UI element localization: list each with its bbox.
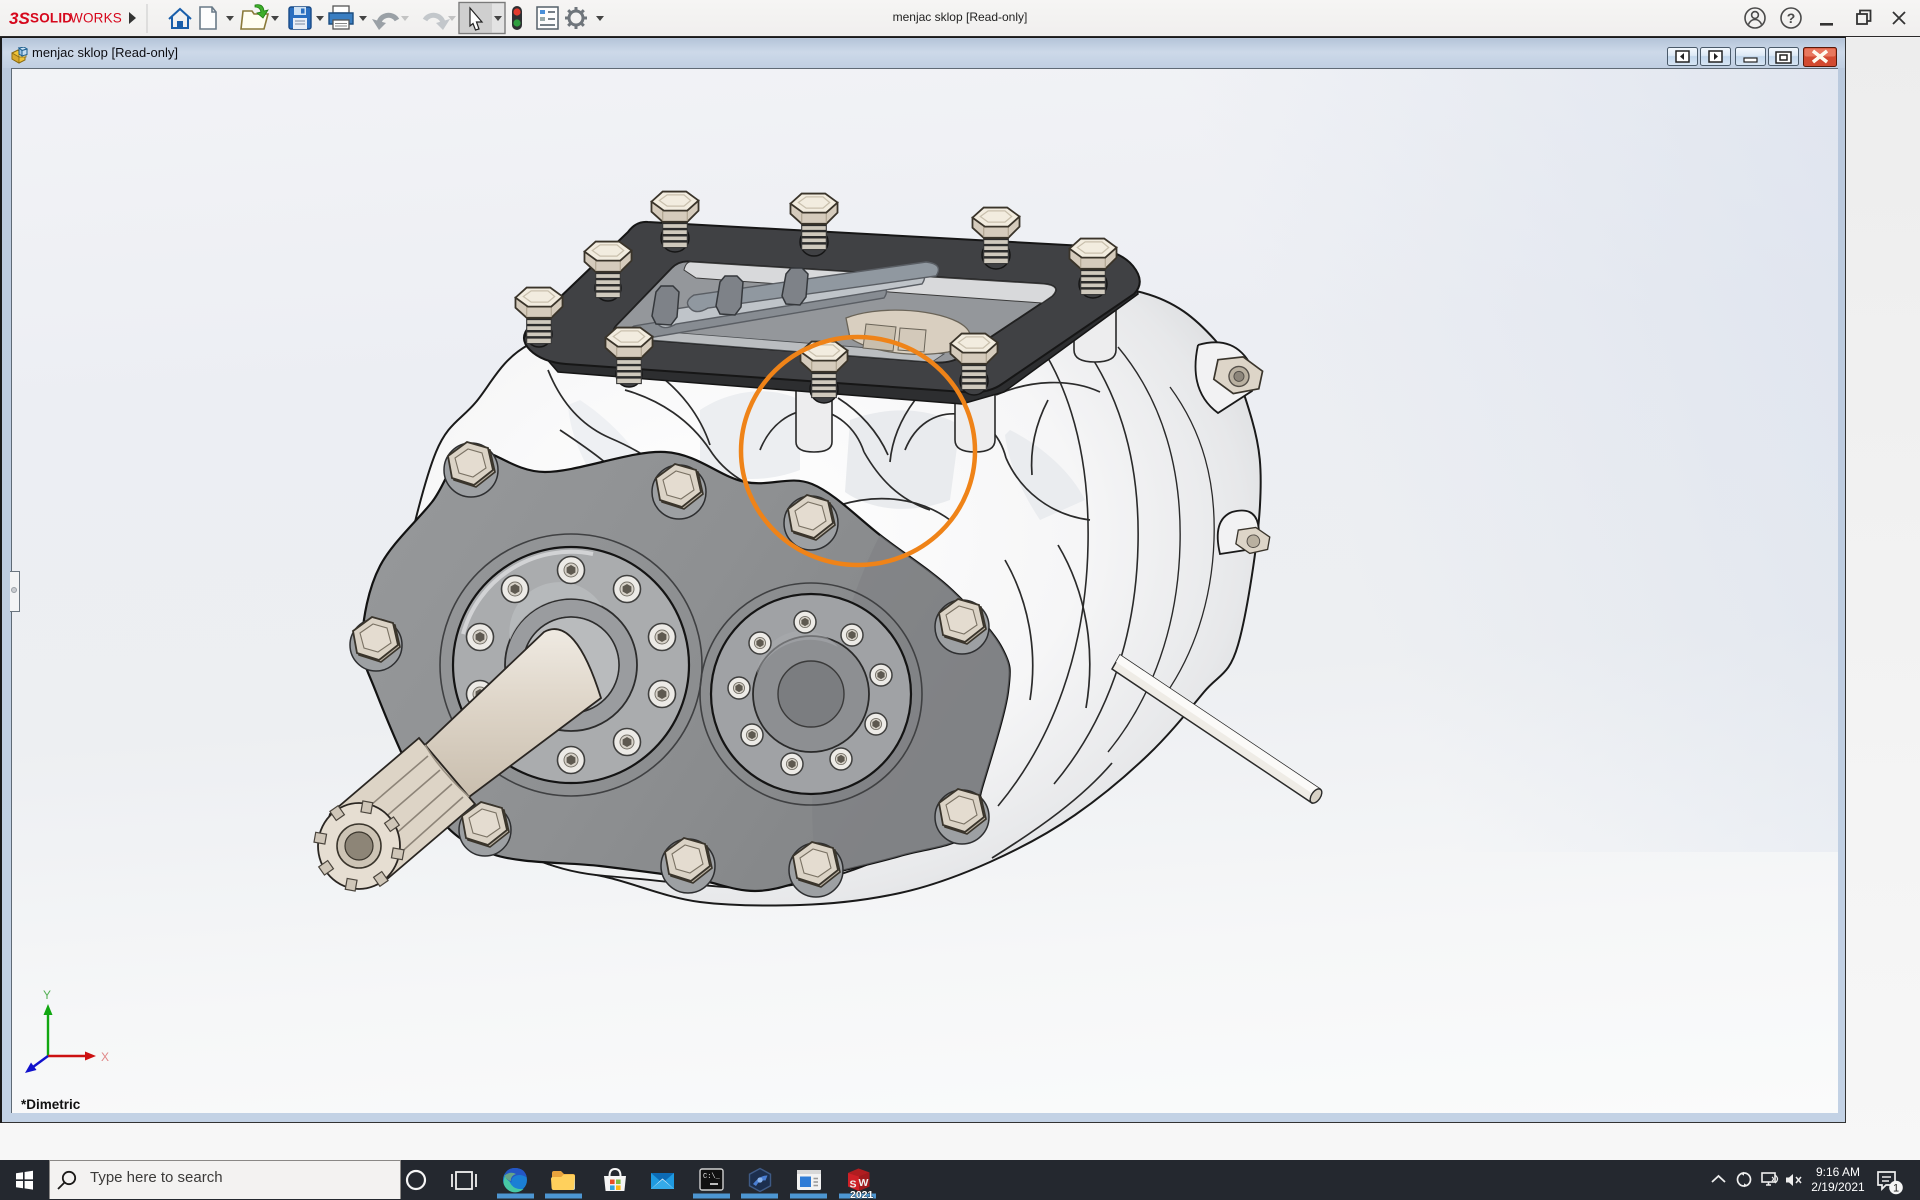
svg-text:W: W — [859, 1177, 869, 1189]
svg-text:SOLID: SOLID — [30, 11, 72, 26]
svg-text:WORKS: WORKS — [70, 11, 122, 26]
svg-text:Y: Y — [43, 988, 51, 1002]
svg-text:X: X — [101, 1050, 109, 1064]
svg-text:1: 1 — [1893, 1183, 1899, 1195]
svg-text:?: ? — [1787, 10, 1796, 26]
svg-text:3S: 3S — [9, 9, 30, 28]
svg-text:C:\_: C:\_ — [703, 1173, 721, 1181]
svg-text:2021: 2021 — [850, 1189, 874, 1200]
